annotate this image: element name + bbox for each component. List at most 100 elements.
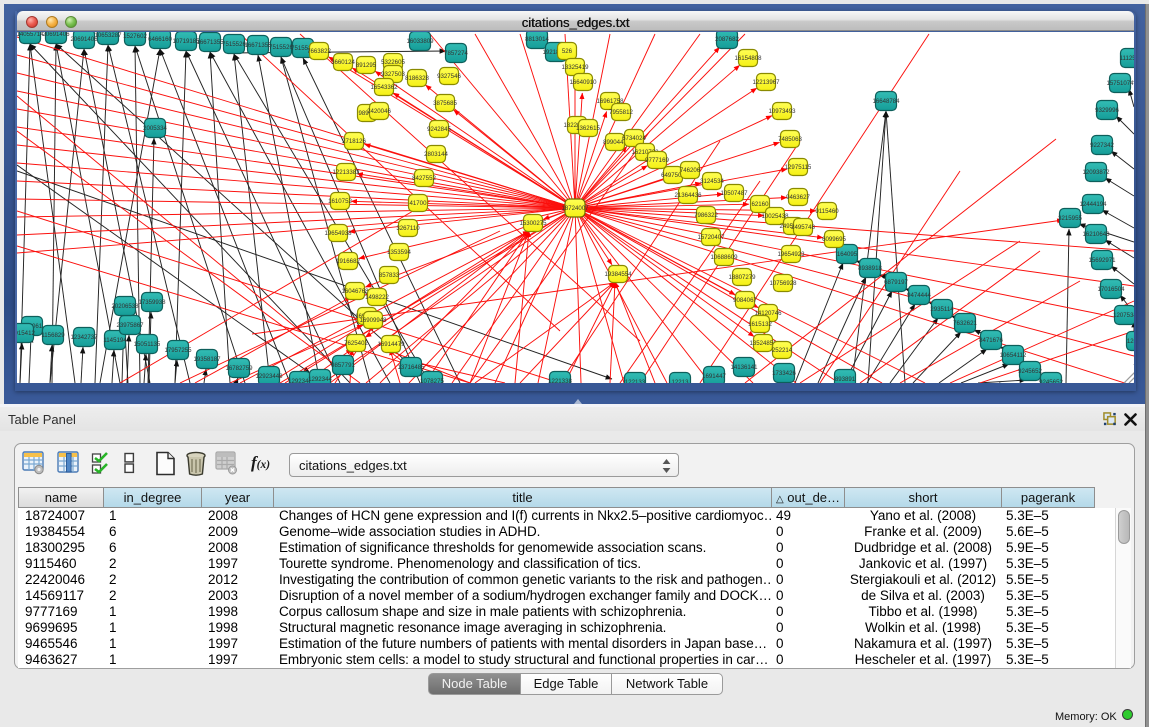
svg-text:6099695: 6099695: [822, 236, 846, 243]
svg-text:1615132: 1615132: [748, 321, 772, 328]
svg-text:17957255: 17957255: [164, 347, 192, 354]
svg-text:12342737: 12342737: [70, 334, 98, 341]
svg-text:9242845: 9242845: [427, 126, 451, 133]
svg-text:120753: 120753: [1127, 338, 1134, 345]
svg-text:13716485: 13716485: [397, 364, 425, 371]
svg-text:12213967: 12213967: [752, 79, 780, 86]
svg-text:16909948: 16909948: [359, 317, 387, 324]
svg-text:3215955: 3215955: [1058, 215, 1082, 222]
svg-text:857833: 857833: [379, 272, 400, 279]
svg-text:19384554: 19384554: [604, 271, 632, 278]
svg-text:9245652: 9245652: [1018, 368, 1042, 375]
svg-text:1156829: 1156829: [41, 332, 65, 339]
svg-text:3660124: 3660124: [331, 59, 355, 66]
svg-text:16640910: 16640910: [569, 79, 597, 86]
svg-text:1733426: 1733426: [772, 370, 796, 377]
svg-text:1527602: 1527602: [123, 33, 147, 40]
svg-text:1691447: 1691447: [702, 373, 726, 380]
svg-text:2935114: 2935114: [930, 306, 954, 313]
svg-text:20691406: 20691406: [42, 32, 70, 38]
svg-text:16154808: 16154808: [734, 55, 762, 62]
svg-text:16782759: 16782759: [225, 365, 253, 372]
svg-text:17016504: 17016504: [1097, 286, 1125, 293]
svg-text:16671355: 16671355: [244, 42, 272, 49]
svg-text:8813014: 8813014: [525, 36, 549, 43]
svg-text:893891: 893891: [835, 376, 856, 383]
svg-text:12444194: 12444194: [1079, 201, 1107, 208]
svg-text:41700: 41700: [410, 200, 428, 207]
svg-text:12213382: 12213382: [332, 169, 360, 176]
svg-text:2803144: 2803144: [424, 151, 448, 158]
svg-text:7515526: 7515526: [222, 41, 246, 48]
svg-text:15300275: 15300275: [519, 220, 547, 227]
svg-text:1362615: 1362615: [576, 125, 600, 132]
svg-text:7663822: 7663822: [307, 48, 331, 55]
svg-text:7515526: 7515526: [269, 44, 293, 51]
svg-text:2420046: 2420046: [367, 108, 391, 115]
svg-text:9463627: 9463627: [786, 194, 810, 201]
svg-text:746206: 746206: [680, 167, 701, 174]
svg-text:7632621: 7632621: [953, 320, 977, 327]
svg-text:15051135: 15051135: [134, 341, 161, 348]
svg-text:252214: 252214: [772, 347, 793, 354]
svg-text:2495748: 2495748: [791, 224, 815, 231]
svg-text:18724007: 18724007: [561, 205, 589, 212]
svg-text:10654112: 10654112: [1000, 352, 1027, 359]
svg-text:7485063: 7485063: [778, 136, 802, 143]
svg-text:19654938: 19654938: [324, 230, 352, 237]
svg-text:2005334: 2005334: [143, 125, 167, 132]
svg-text:19654923: 19654923: [777, 251, 805, 258]
svg-text:164095: 164095: [837, 251, 858, 258]
svg-text:17359938: 17359938: [138, 299, 166, 306]
svg-text:7955812: 7955812: [609, 109, 633, 116]
svg-text:8938918: 8938918: [858, 265, 882, 272]
svg-text:2087682: 2087682: [715, 36, 739, 43]
svg-text:7986322: 7986322: [694, 212, 718, 219]
svg-text:9327503: 9327503: [381, 71, 405, 78]
svg-text:12923448: 12923448: [255, 373, 283, 380]
svg-text:9245652: 9245652: [1039, 379, 1063, 383]
svg-text:9329996: 9329996: [1095, 107, 1119, 114]
svg-text:8471676: 8471676: [979, 337, 1003, 344]
svg-text:9857791: 9857791: [331, 362, 355, 369]
svg-text:1498222: 1498222: [365, 294, 389, 301]
svg-text:16543362: 16543362: [370, 84, 398, 91]
svg-text:9084067: 9084067: [733, 297, 757, 304]
svg-text:12975115: 12975115: [785, 164, 812, 171]
svg-text:16648784: 16648784: [872, 98, 900, 105]
svg-text:16671355: 16671355: [196, 39, 224, 46]
svg-text:3875685: 3875685: [433, 100, 457, 107]
svg-text:15720407: 15720407: [697, 234, 725, 241]
svg-text:9777169: 9777169: [645, 157, 669, 164]
svg-text:10973493: 10973493: [768, 108, 796, 115]
svg-text:20206538: 20206538: [111, 303, 139, 310]
svg-text:8427552: 8427552: [412, 175, 436, 182]
svg-text:891295: 891295: [356, 62, 377, 69]
svg-text:16914479: 16914479: [377, 341, 405, 348]
svg-text:9115460: 9115460: [815, 208, 839, 215]
svg-text:15751074: 15751074: [1106, 80, 1134, 87]
svg-text:12093872: 12093872: [1082, 169, 1110, 176]
svg-text:526: 526: [562, 48, 573, 55]
svg-text:1353594: 1353594: [387, 249, 411, 256]
svg-text:1112541: 1112541: [1120, 55, 1134, 62]
svg-text:14055714: 14055714: [17, 32, 44, 38]
svg-text:10688609: 10688609: [710, 254, 738, 261]
svg-text:62160: 62160: [752, 201, 770, 208]
svg-text:13325419: 13325419: [561, 64, 589, 71]
svg-text:23975867: 23975867: [116, 322, 144, 329]
svg-text:122133: 122133: [625, 379, 646, 383]
svg-text:10653287: 10653287: [94, 32, 122, 39]
svg-text:1221338: 1221338: [548, 378, 572, 383]
svg-text:6879197: 6879197: [884, 279, 908, 286]
svg-text:3915412: 3915412: [17, 330, 35, 337]
svg-text:9474444: 9474444: [907, 292, 931, 299]
svg-text:16210643: 16210643: [1082, 231, 1110, 238]
svg-text:19358187: 19358187: [193, 356, 221, 363]
svg-text:3124534: 3124534: [700, 178, 724, 185]
svg-text:6734024: 6734024: [622, 135, 646, 142]
svg-text:10507487: 10507487: [720, 190, 748, 197]
svg-text:14136141: 14136141: [730, 364, 758, 371]
svg-text:10756928: 10756928: [769, 280, 797, 287]
svg-text:9327546: 9327546: [437, 73, 461, 80]
